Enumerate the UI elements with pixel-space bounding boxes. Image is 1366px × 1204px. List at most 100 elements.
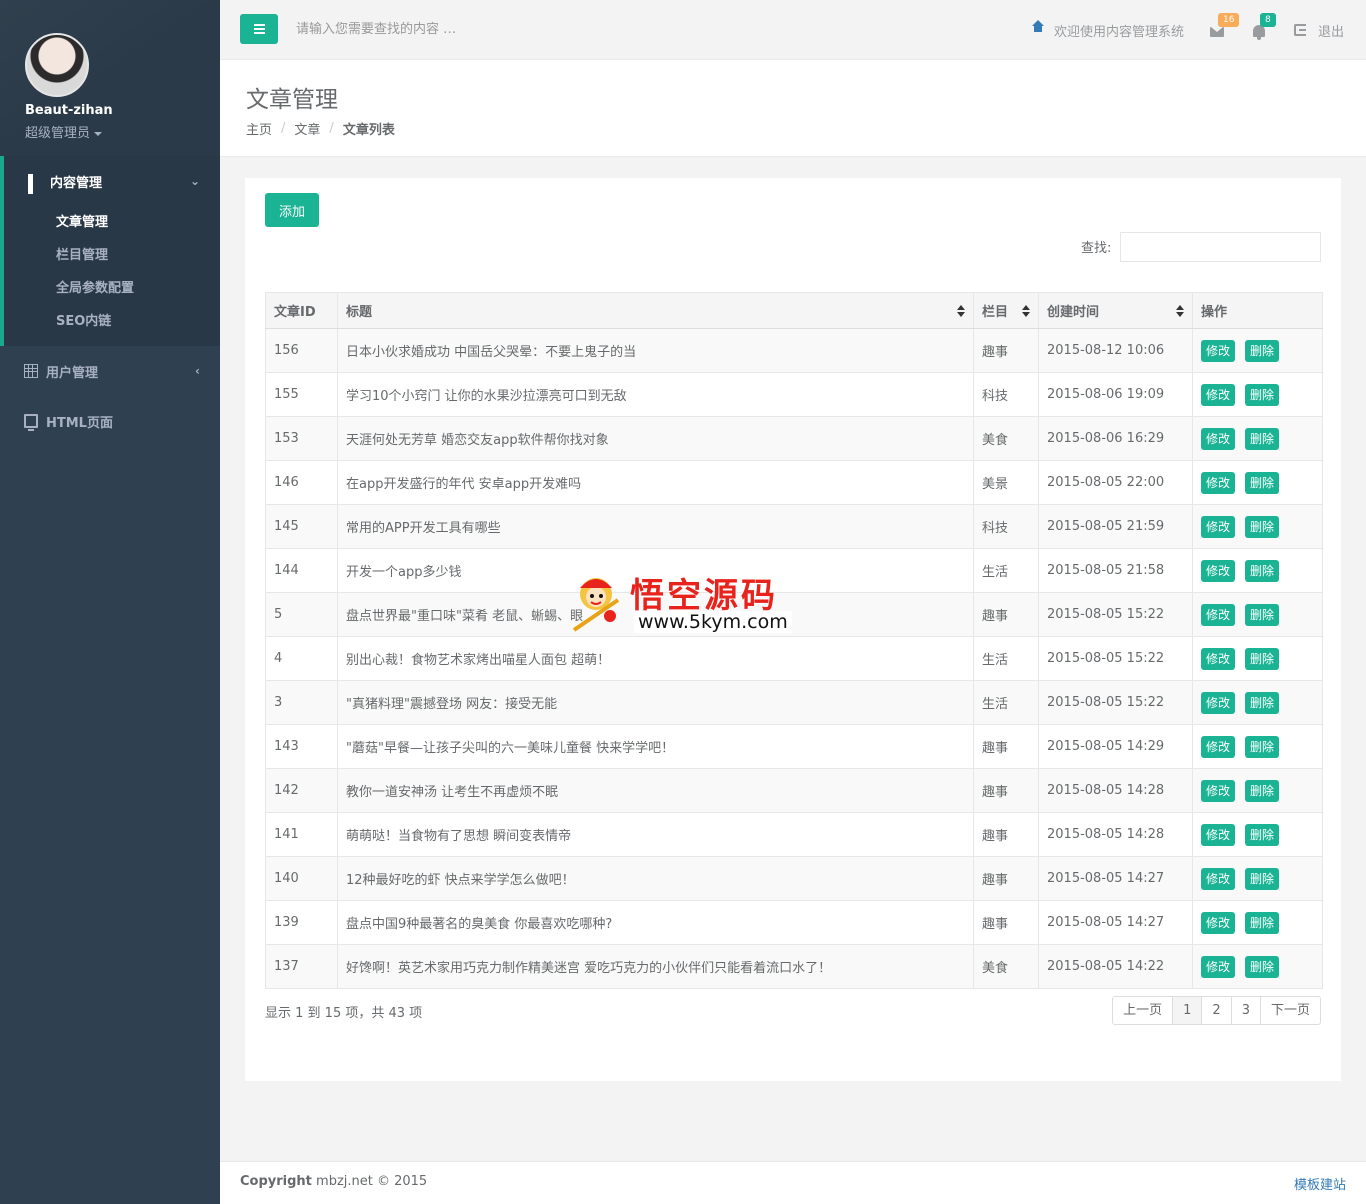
column-header-id[interactable]: 文章ID (265, 292, 338, 329)
table-header-row: 文章ID 标题 栏目 创建时间 操作 (265, 292, 1323, 329)
column-header-category[interactable]: 栏目 (973, 292, 1039, 329)
logout-label: 退出 (1317, 24, 1344, 40)
alerts-button[interactable]: 8 (1252, 13, 1276, 40)
edit-button[interactable]: 修改 (1201, 647, 1236, 670)
delete-button[interactable]: 删除 (1245, 383, 1280, 406)
edit-button[interactable]: 修改 (1201, 383, 1236, 406)
logout-link[interactable]: 退出 (1293, 21, 1344, 40)
search-input[interactable] (290, 14, 690, 44)
edit-button[interactable]: 修改 (1201, 955, 1236, 978)
nav-item-label: HTML页面 (46, 415, 113, 431)
table-row: 137 好馋啊！英艺术家用巧克力制作精美迷宫 爱吃巧克力的小伙伴们只能看着流口水了… (265, 944, 1323, 989)
delete-button[interactable]: 删除 (1245, 779, 1280, 802)
filter-label: 查找: (1081, 241, 1112, 256)
cell-id: 137 (265, 944, 338, 989)
delete-button[interactable]: 删除 (1245, 691, 1280, 714)
sidebar-item-columns[interactable]: 栏目管理 (4, 239, 220, 272)
messages-button[interactable]: 16 (1209, 13, 1240, 37)
edit-button[interactable]: 修改 (1201, 779, 1236, 802)
edit-button[interactable]: 修改 (1201, 603, 1236, 626)
cell-category: 科技 (973, 504, 1039, 549)
delete-button[interactable]: 删除 (1245, 471, 1280, 494)
edit-button[interactable]: 修改 (1201, 427, 1236, 450)
column-header-created[interactable]: 创建时间 (1038, 292, 1193, 329)
column-header-title[interactable]: 标题 (337, 292, 974, 329)
add-button[interactable]: 添加 (265, 193, 319, 227)
delete-button[interactable]: 删除 (1245, 823, 1280, 846)
pagination-next[interactable]: 下一页 (1259, 996, 1321, 1025)
cell-id: 140 (265, 856, 338, 901)
footer-template-link[interactable]: 模板建站 (1294, 1174, 1346, 1193)
filter-input[interactable] (1120, 232, 1321, 262)
nav-item-html-pages[interactable]: HTML页面 (0, 396, 220, 446)
delete-button[interactable]: 删除 (1245, 339, 1280, 362)
cell-actions: 修改 删除 (1192, 548, 1323, 593)
watermark-title: 悟空源码 (630, 576, 778, 616)
cell-actions: 修改 删除 (1192, 328, 1323, 373)
menu-toggle-button[interactable] (240, 14, 278, 44)
breadcrumb-home[interactable]: 主页 (246, 119, 272, 138)
cell-id: 145 (265, 504, 338, 549)
table-row: 153 天涯何处无芳草 婚恋交友app软件帮你找对象 美食 2015-08-06 16… (265, 416, 1323, 461)
cell-created: 2015-08-06 19:09 (1038, 372, 1193, 417)
sidebar-item-global-config[interactable]: 全局参数配置 (4, 272, 220, 305)
cell-category: 科技 (973, 372, 1039, 417)
cell-actions: 修改 删除 (1192, 856, 1323, 901)
pagination: 上一页 1 2 3 下一页 (1112, 996, 1321, 1025)
edit-button[interactable]: 修改 (1201, 735, 1236, 758)
table-icon (24, 364, 38, 378)
delete-button[interactable]: 删除 (1245, 603, 1280, 626)
breadcrumb-articles[interactable]: 文章 (294, 119, 320, 138)
edit-button[interactable]: 修改 (1201, 867, 1236, 890)
delete-button[interactable]: 删除 (1245, 515, 1280, 538)
nav-item-label: 用户管理 (46, 365, 99, 381)
cell-actions: 修改 删除 (1192, 504, 1323, 549)
edit-button[interactable]: 修改 (1201, 339, 1236, 362)
messages-count-badge: 16 (1217, 13, 1240, 27)
cell-actions: 修改 删除 (1192, 768, 1323, 813)
edit-button[interactable]: 修改 (1201, 691, 1236, 714)
cell-category: 美景 (973, 460, 1039, 505)
delete-button[interactable]: 删除 (1245, 911, 1280, 934)
delete-button[interactable]: 删除 (1245, 867, 1280, 890)
edit-button[interactable]: 修改 (1201, 559, 1236, 582)
pagination-prev[interactable]: 上一页 (1112, 996, 1174, 1025)
home-icon (1031, 20, 1044, 35)
table-row: 139 盘点中国9种最著名的臭美食 你最喜欢吃哪种? 趣事 2015-08-05 14… (265, 900, 1323, 945)
sidebar-item-articles[interactable]: 文章管理 (4, 206, 220, 239)
edit-button[interactable]: 修改 (1201, 515, 1236, 538)
profile-role-dropdown[interactable]: 超级管理员 (25, 122, 103, 141)
column-header-actions: 操作 (1192, 292, 1323, 329)
cell-created: 2015-08-05 15:22 (1038, 680, 1193, 725)
pagination-page-3[interactable]: 3 (1230, 996, 1261, 1025)
nav-group-html: HTML页面 (0, 396, 220, 446)
table-row: 140 12种最好吃的虾 快点来学学怎么做吧！ 趣事 2015-08-05 14:27… (265, 856, 1323, 901)
delete-button[interactable]: 删除 (1245, 559, 1280, 582)
welcome-message: 欢迎使用内容管理系统 (1031, 20, 1184, 40)
edit-button[interactable]: 修改 (1201, 911, 1236, 934)
cell-id: 155 (265, 372, 338, 417)
profile-panel: Beaut-zihan 超级管理员 (0, 0, 220, 156)
sidebar-nav: 内容管理 ⌄ 文章管理 栏目管理 全局参数配置 SEO内链 用户管理 ‹ HTM… (0, 156, 220, 446)
cell-id: 144 (265, 548, 338, 593)
delete-button[interactable]: 删除 (1245, 955, 1280, 978)
cell-created: 2015-08-05 14:28 (1038, 812, 1193, 857)
nav-group-users: 用户管理 ‹ (0, 346, 220, 396)
delete-button[interactable]: 删除 (1245, 647, 1280, 670)
cell-category: 生活 (973, 636, 1039, 681)
pagination-page-1[interactable]: 1 (1172, 996, 1203, 1025)
pagination-page-2[interactable]: 2 (1201, 996, 1232, 1025)
cell-created: 2015-08-05 14:28 (1038, 768, 1193, 813)
welcome-text: 欢迎使用内容管理系统 (1053, 24, 1184, 40)
edit-button[interactable]: 修改 (1201, 471, 1236, 494)
nav-item-content-management[interactable]: 内容管理 ⌄ (4, 156, 220, 206)
delete-button[interactable]: 删除 (1245, 735, 1280, 758)
table-info: 显示 1 到 15 项，共 43 项 (265, 1006, 423, 1021)
edit-button[interactable]: 修改 (1201, 823, 1236, 846)
page-heading: 文章管理 主页 / 文章 / 文章列表 (220, 60, 1366, 157)
delete-button[interactable]: 删除 (1245, 427, 1280, 450)
cell-title: 教你一道安神汤 让考生不再虚烦不眠 (337, 768, 974, 813)
avatar[interactable] (25, 33, 89, 97)
nav-item-user-management[interactable]: 用户管理 ‹ (0, 346, 220, 396)
sidebar-item-seo-links[interactable]: SEO内链 (4, 305, 220, 338)
